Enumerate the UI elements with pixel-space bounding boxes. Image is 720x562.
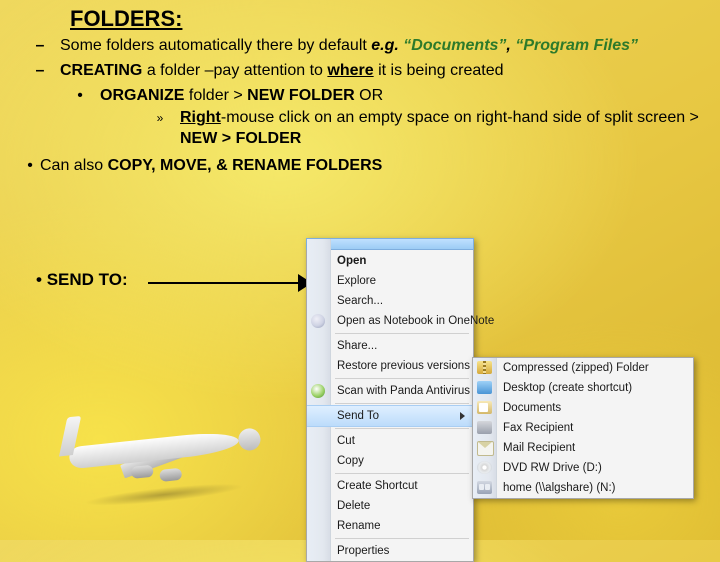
- bullet-2: CREATING a folder –pay attention to wher…: [60, 61, 700, 82]
- slide-title: FOLDERS:: [70, 6, 182, 32]
- context-menu-send-to: Compressed (zipped) Folder Desktop (crea…: [472, 357, 694, 499]
- send-to-documents[interactable]: Documents: [473, 398, 693, 418]
- send-to-dvd[interactable]: DVD RW Drive (D:): [473, 458, 693, 478]
- menu-item-open[interactable]: Open: [307, 251, 473, 271]
- arrow-annotation: [148, 278, 312, 288]
- antivirus-icon: [311, 384, 325, 398]
- bullet-4: Right-mouse click on an empty space on r…: [180, 108, 700, 150]
- bullet-dot: •: [60, 86, 100, 107]
- onenote-icon: [311, 314, 325, 328]
- dvd-drive-icon: [477, 461, 492, 474]
- bullet-dash: –: [20, 36, 60, 57]
- menu-item-copy[interactable]: Copy: [307, 451, 473, 471]
- menu-item-shortcut[interactable]: Create Shortcut: [307, 476, 473, 496]
- menu-item-explore[interactable]: Explore: [307, 271, 473, 291]
- menu-title-bar: [306, 238, 474, 250]
- desktop-icon: [477, 381, 492, 394]
- menu-item-delete[interactable]: Delete: [307, 496, 473, 516]
- mail-icon: [477, 441, 494, 456]
- context-menu-main: Open Explore Search... Open as Notebook …: [306, 238, 474, 562]
- menu-item-cut[interactable]: Cut: [307, 431, 473, 451]
- send-to-desktop[interactable]: Desktop (create shortcut): [473, 378, 693, 398]
- slide-body: – Some folders automatically there by de…: [20, 36, 700, 177]
- menu-item-rename[interactable]: Rename: [307, 516, 473, 536]
- fax-icon: [477, 421, 492, 434]
- menu-item-send-to[interactable]: Send To: [307, 405, 473, 427]
- send-to-mail[interactable]: Mail Recipient: [473, 438, 693, 458]
- bullet-copy: Can also COPY, MOVE, & RENAME FOLDERS: [40, 156, 382, 177]
- menu-item-search[interactable]: Search...: [307, 291, 473, 311]
- menu-item-share[interactable]: Share...: [307, 336, 473, 356]
- documents-icon: [477, 401, 492, 414]
- network-drive-icon: [477, 481, 492, 494]
- menu-item-scan[interactable]: Scan with Panda Antivirus 2008: [307, 381, 473, 401]
- send-to-label: • SEND TO:: [36, 270, 128, 290]
- menu-item-properties[interactable]: Properties: [307, 541, 473, 561]
- send-to-network[interactable]: home (\\algshare) (N:): [473, 478, 693, 498]
- bullet-3: ORGANIZE folder > NEW FOLDER OR: [100, 86, 383, 107]
- zip-folder-icon: [477, 361, 492, 374]
- bullet-dot: •: [20, 156, 40, 177]
- bullet-dash: –: [20, 61, 60, 82]
- menu-item-onenote[interactable]: Open as Notebook in OneNote: [307, 311, 473, 331]
- send-to-zip[interactable]: Compressed (zipped) Folder: [473, 358, 693, 378]
- chevron-right-icon: [460, 412, 465, 420]
- airplane-image: [52, 370, 263, 510]
- send-to-fax[interactable]: Fax Recipient: [473, 418, 693, 438]
- menu-item-restore[interactable]: Restore previous versions: [307, 356, 473, 376]
- bullet-1: Some folders automatically there by defa…: [60, 36, 700, 57]
- bullet-chevron: »: [140, 108, 180, 150]
